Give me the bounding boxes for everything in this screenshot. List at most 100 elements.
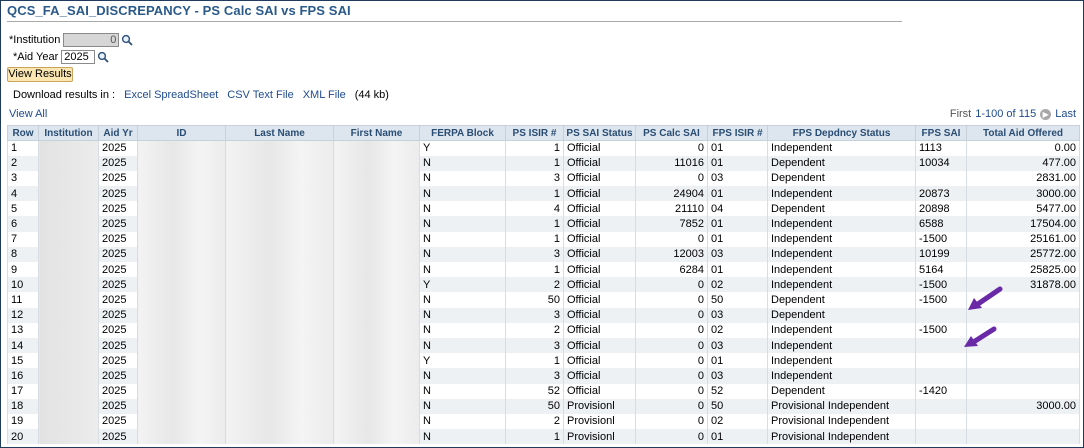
view-results-button[interactable]: View Results [7, 67, 73, 82]
table-cell: 1 [505, 155, 564, 171]
table-cell: Official [563, 368, 636, 384]
table-cell [333, 353, 420, 369]
column-header[interactable]: FPS SAI [915, 125, 967, 141]
column-header[interactable]: FERPA Block [419, 125, 506, 141]
table-cell: N [419, 337, 506, 354]
table-cell: 10034 [915, 155, 967, 171]
table-cell: 17504.00 [966, 216, 1080, 232]
pager-first[interactable]: First [950, 108, 971, 120]
table-cell [137, 413, 226, 430]
table-cell [225, 398, 334, 414]
table-cell: 1 [505, 353, 564, 369]
table-cell: 01 [707, 186, 768, 202]
table-row: 12 2025 N 3 Official 0 03 Dependent [7, 307, 1080, 323]
column-header[interactable]: FPS ISIR # [707, 125, 768, 141]
table-cell [38, 337, 99, 354]
view-all-link[interactable]: View All [9, 108, 47, 120]
table-cell [38, 140, 99, 156]
column-header[interactable]: FPS Depdncy Status [767, 125, 916, 141]
table-row: 3 2025 N 3 Official 0 03 Dependent 2831.00 [7, 170, 1080, 187]
table-cell: 3 [505, 170, 564, 187]
table-cell: 02 [707, 413, 768, 430]
table-cell: 6588 [915, 216, 967, 232]
table-row: 18 2025 N 50 Provisionl 0 50 Provisional Indepe… [7, 398, 1080, 414]
column-header[interactable]: ID [137, 125, 226, 141]
table-cell: N [419, 322, 506, 338]
excel-link[interactable]: Excel SpreadSheet [124, 89, 218, 101]
table-cell [333, 231, 420, 247]
table-cell [38, 368, 99, 384]
column-header[interactable]: Row [7, 125, 39, 141]
table-cell [38, 292, 99, 308]
magnifier-icon[interactable] [121, 34, 134, 46]
table-cell [225, 322, 334, 338]
table-cell: N [419, 413, 506, 430]
table-cell: 2025 [98, 155, 138, 171]
title-divider [7, 21, 902, 22]
table-cell: 0 [635, 413, 708, 430]
table-cell [333, 277, 420, 293]
table-cell [38, 231, 99, 247]
column-header[interactable]: Last Name [225, 125, 334, 141]
table-cell [137, 368, 226, 384]
table-cell: 12003 [635, 246, 708, 262]
magnifier-icon[interactable] [97, 51, 109, 63]
table-cell [225, 140, 334, 156]
table-cell: 1 [505, 186, 564, 202]
xml-link[interactable]: XML File [303, 89, 346, 101]
table-cell [38, 246, 99, 262]
table-cell: 2025 [98, 186, 138, 202]
table-cell: -1500 [915, 231, 967, 247]
table-cell: -1500 [915, 277, 967, 293]
table-cell: Independent [767, 140, 916, 156]
column-header[interactable]: Institution [38, 125, 99, 141]
pager-last[interactable]: Last [1055, 108, 1076, 120]
table-cell [333, 216, 420, 232]
table-cell [225, 262, 334, 278]
table-cell [915, 307, 967, 323]
table-cell: Independent [767, 353, 916, 369]
pager: First 1-100 of 115 ▶ Last [950, 108, 1076, 120]
table-cell: 2025 [98, 413, 138, 430]
table-cell: N [419, 383, 506, 399]
table-cell [137, 383, 226, 399]
column-header[interactable]: PS Calc SAI [635, 125, 708, 141]
table-cell: 2 [505, 322, 564, 338]
table-cell: 16 [7, 368, 39, 384]
table-cell: 50 [707, 398, 768, 414]
table-cell: 2025 [98, 216, 138, 232]
column-header[interactable]: First Name [333, 125, 420, 141]
table-cell: 2025 [98, 398, 138, 414]
table-cell: 6284 [635, 262, 708, 278]
csv-link[interactable]: CSV Text File [227, 89, 293, 101]
results-table: Row Institution Aid Yr ID Last Name First Nam… [7, 125, 1080, 445]
column-header[interactable]: PS SAI Status [563, 125, 636, 141]
table-cell: Official [563, 155, 636, 171]
table-header-row: Row Institution Aid Yr ID Last Name First Nam… [7, 125, 1080, 141]
table-cell [137, 429, 226, 445]
table-cell: N [419, 307, 506, 323]
table-cell [38, 277, 99, 293]
table-cell: 02 [707, 277, 768, 293]
table-cell [38, 429, 99, 445]
column-header[interactable]: Aid Yr [98, 125, 138, 141]
chevron-right-icon[interactable]: ▶ [1040, 108, 1052, 120]
institution-label: *Institution [9, 34, 61, 46]
table-cell: 01 [707, 140, 768, 156]
table-cell [137, 186, 226, 202]
table-cell: Independent [767, 231, 916, 247]
table-cell: N [419, 429, 506, 445]
table-cell: 03 [707, 337, 768, 354]
table-cell [225, 246, 334, 262]
table-cell: N [419, 201, 506, 217]
column-header[interactable]: Total Aid Offered [966, 125, 1080, 141]
column-header[interactable]: PS ISIR # [505, 125, 564, 141]
table-cell [333, 155, 420, 171]
table-cell: 2831.00 [966, 170, 1080, 187]
table-cell: 3000.00 [966, 398, 1080, 414]
table-cell [333, 186, 420, 202]
institution-input[interactable]: 0 [63, 33, 120, 47]
aid-year-input[interactable]: 2025 [61, 50, 96, 64]
table-cell: 03 [707, 246, 768, 262]
table-cell: 20873 [915, 186, 967, 202]
